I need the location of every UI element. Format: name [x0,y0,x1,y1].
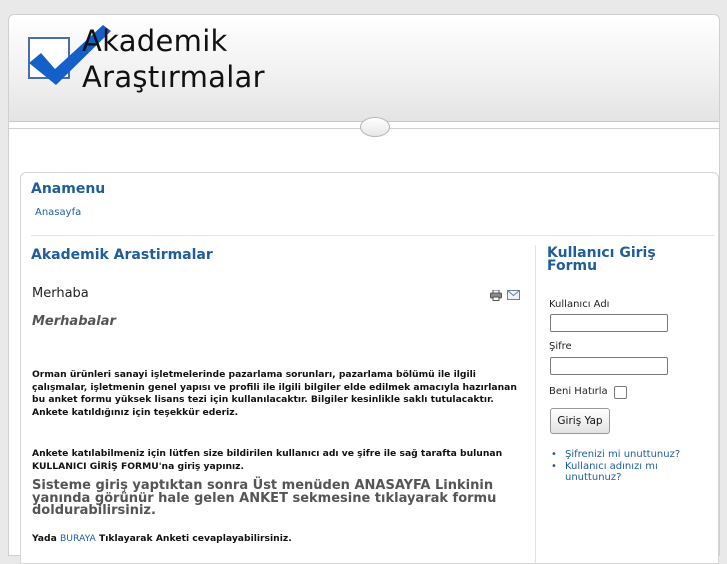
intro-paragraph: Orman ürünleri sanayi işletmelerinde paz… [32,369,517,418]
logo-line-2: Araştırmalar [82,60,265,94]
password-input[interactable] [550,357,668,375]
site-header: Akademik Araştırmalar [9,15,719,122]
login-button[interactable]: Giriş Yap [550,408,610,434]
page-frame: Akademik Araştırmalar Anamenu Anasayfa A… [8,14,720,564]
direct-link-prefix: Yada [32,533,57,544]
username-input[interactable] [550,314,668,332]
login-form-title: Kullanıcı Giriş Formu [547,245,656,274]
username-label: Kullanıcı Adı [549,299,610,310]
direct-link-paragraph: Yada BURAYA Tıklayarak Anketi cevaplayab… [32,533,520,546]
print-icon[interactable] [490,290,502,301]
bullet-icon: • [551,449,557,460]
email-icon[interactable] [507,290,520,300]
menu-separator [31,235,714,236]
list-item: • Kullanıcı adınızı mı unuttunuz? [551,461,715,483]
header-collapse-knob[interactable] [360,117,390,137]
direct-link-suffix: Tıklayarak Anketi cevaplayabilirsiniz. [99,533,292,544]
main-menu-title: Anamenu [31,181,106,197]
logo-line-1: Akademik [82,24,228,58]
site-logo-text[interactable]: Akademik Araştırmalar [82,23,265,95]
remember-me-checkbox[interactable] [614,386,627,399]
section-title: Akademik Arastirmalar [31,247,213,263]
buraya-link[interactable]: BURAYA [60,533,96,544]
article-title: Merhaba [32,286,89,301]
greeting-text: Merhabalar [32,314,116,329]
list-item: • Şifrenizi mi unuttunuz? [551,449,715,460]
survey-instruction-paragraph: Sisteme giriş yaptıktan sonra Üst menüde… [32,478,497,518]
forgot-password-link[interactable]: Şifrenizi mi unuttunuz? [565,449,680,460]
menu-item-anasayfa[interactable]: Anasayfa [35,207,81,218]
content-panel: Anamenu Anasayfa Akademik Arastirmalar M… [20,172,719,564]
login-help-links: • Şifrenizi mi unuttunuz? • Kullanıcı ad… [551,449,715,484]
bullet-icon: • [551,461,557,472]
login-instruction-paragraph: Ankete katılabilmeniz için lütfen size b… [32,448,503,472]
password-label: Şifre [549,341,572,352]
remember-me-label: Beni Hatırla [549,386,608,397]
forgot-username-link[interactable]: Kullanıcı adınızı mı unuttunuz? [565,461,658,483]
column-separator [535,245,536,563]
